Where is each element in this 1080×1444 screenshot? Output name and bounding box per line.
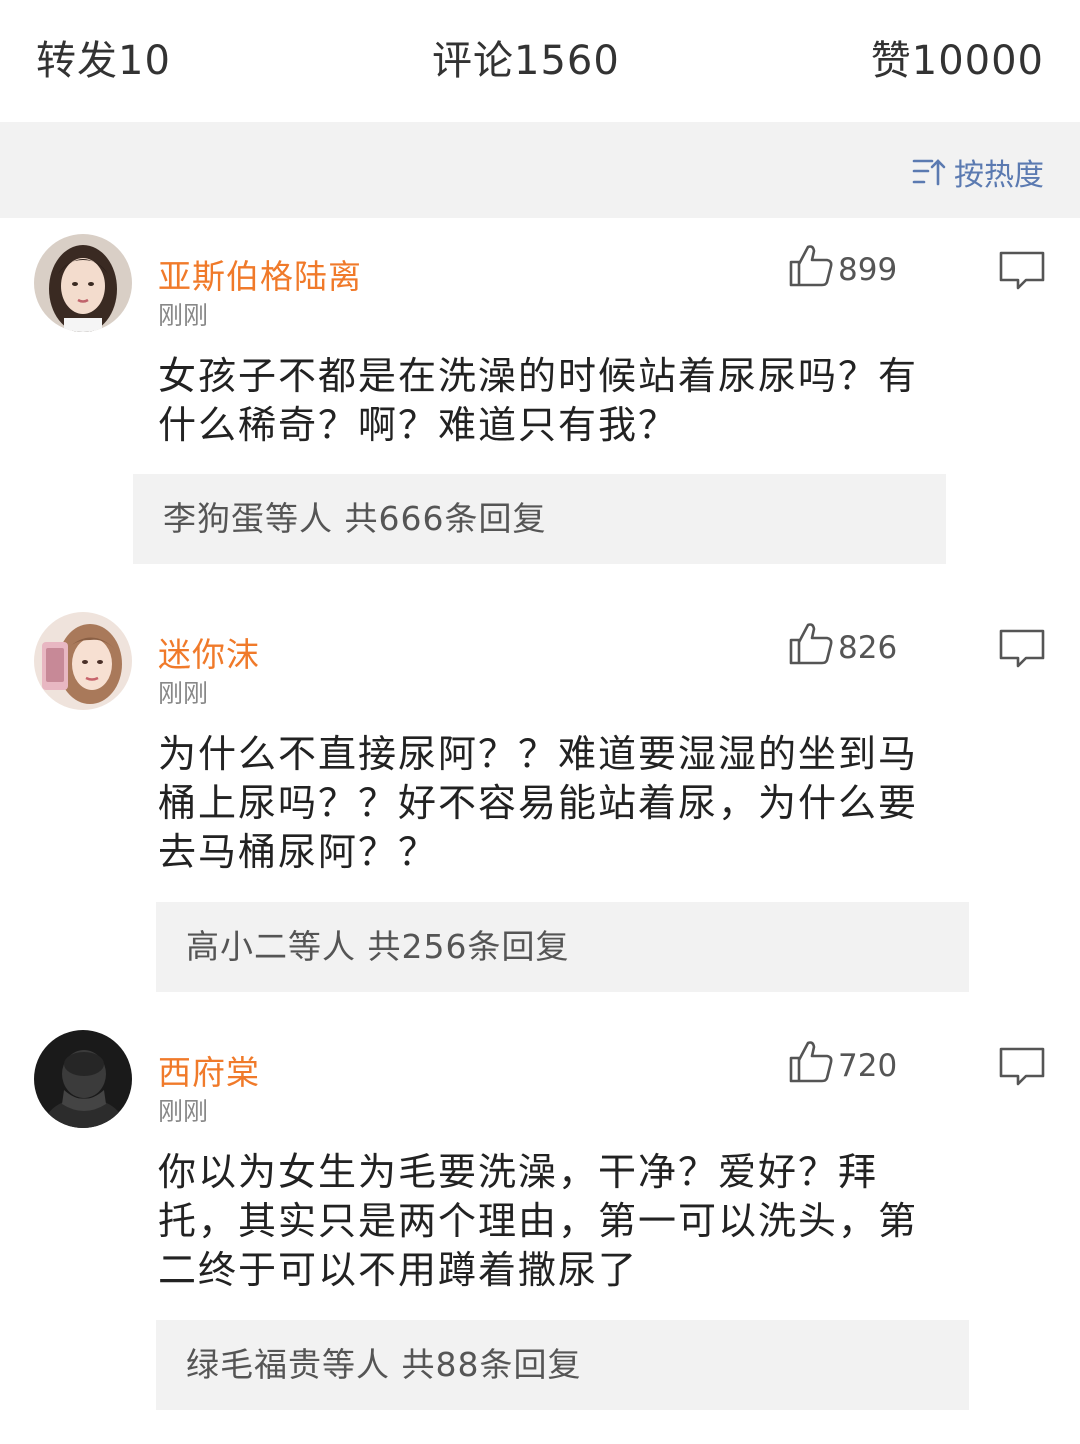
avatar[interactable]: [34, 1030, 132, 1128]
username[interactable]: 迷你沫: [158, 628, 260, 676]
comment-text: 为什么不直接尿阿？？难道要湿湿的坐到马桶上尿吗？？好不容易能站着尿，为什么要去马…: [158, 732, 919, 874]
comment-text: 你以为女生为毛要洗澡，干净？爱好？拜托，其实只是两个理由，第一可以洗头，第二终于…: [158, 1150, 919, 1292]
thumbs-up-icon: [789, 623, 833, 665]
replies-summary[interactable]: 高小二等人 共256条回复: [156, 902, 969, 992]
like-count: 899: [838, 252, 898, 288]
replies-summary[interactable]: 李狗蛋等人 共666条回复: [133, 474, 946, 564]
comment-text: 女孩子不都是在洗澡的时候站着尿尿吗？有什么稀奇？啊？难道只有我？: [158, 354, 919, 447]
username[interactable]: 亚斯伯格陆离: [158, 250, 362, 298]
sort-icon: [912, 159, 946, 186]
reply-button[interactable]: [998, 628, 1046, 674]
comment-bubble-icon: [999, 629, 1045, 668]
comment-bubble-icon: [999, 251, 1045, 290]
sort-by-hot-button[interactable]: 按热度: [912, 150, 1044, 194]
timestamp: 刚刚: [158, 301, 209, 330]
sort-label: 按热度: [954, 158, 1044, 193]
timestamp: 刚刚: [158, 1097, 209, 1126]
reply-button[interactable]: [998, 1046, 1046, 1092]
like-count: 826: [838, 630, 898, 666]
tab-repost[interactable]: 转发10: [36, 28, 171, 86]
username[interactable]: 西府棠: [158, 1046, 260, 1094]
comment-tabs: 转发10 评论1560 赞10000: [0, 0, 1080, 122]
like-count: 720: [838, 1048, 898, 1084]
avatar[interactable]: [34, 234, 132, 332]
sort-bar: 按热度: [0, 122, 1080, 218]
replies-summary[interactable]: 绿毛福贵等人 共88条回复: [156, 1320, 969, 1410]
timestamp: 刚刚: [158, 679, 209, 708]
avatar[interactable]: [34, 612, 132, 710]
thumbs-up-icon: [789, 1041, 833, 1083]
like-button[interactable]: 899: [788, 242, 897, 288]
thumbs-up-icon: [789, 245, 833, 287]
reply-button[interactable]: [998, 250, 1046, 296]
like-button[interactable]: 720: [788, 1038, 897, 1084]
comment-bubble-icon: [999, 1047, 1045, 1086]
like-button[interactable]: 826: [788, 620, 897, 666]
tab-comments[interactable]: 评论1560: [432, 28, 620, 86]
tab-likes[interactable]: 赞10000: [871, 28, 1044, 86]
